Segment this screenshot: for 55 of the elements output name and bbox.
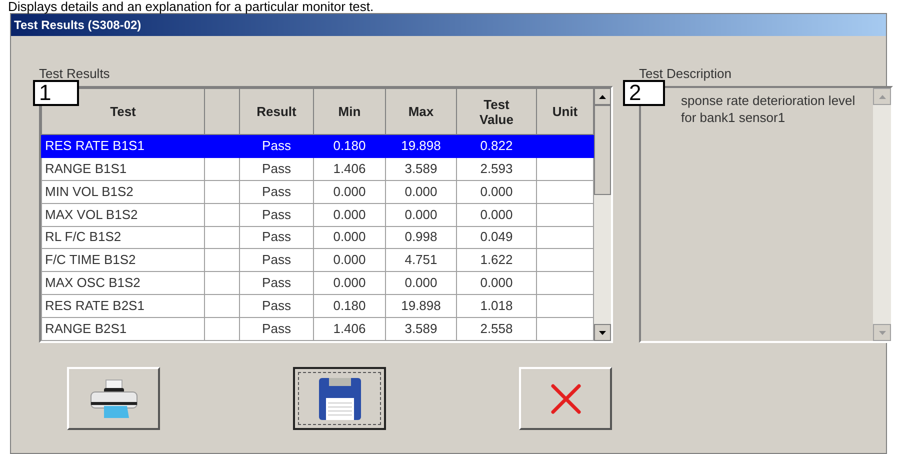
table-cell: MAX VOL B1S2 [42,203,204,226]
table-cell: 3.589 [386,157,456,180]
column-header[interactable]: Test [110,104,136,119]
table-row[interactable]: MAX VOL B1S2 Pass 0.000 0.000 0.000 [42,203,594,226]
table-cell: 2.558 [456,318,536,340]
table-cell: 19.898 [386,134,456,158]
scroll-thumb[interactable] [594,105,611,195]
table-cell: Pass [240,157,314,180]
table-cell: 2.593 [456,157,536,180]
table-cell: 0.000 [314,180,386,204]
table-cell: Pass [240,134,314,158]
table-cell: 0.000 [456,180,536,204]
table-cell: RANGE B1S1 [42,157,204,180]
scroll-up-icon[interactable] [594,88,611,105]
callout-number: 2 [623,80,665,106]
table-cell: 1.406 [314,157,386,180]
table-row[interactable]: RL F/C B1S2 Pass 0.000 0.998 0.049 [42,226,594,249]
caption: Displays details and an explanation for a particular monitor test. [7,0,375,13]
table-cell: MIN VOL B1S2 [42,180,204,204]
column-header[interactable]: Result [256,104,296,119]
print-button[interactable] [67,367,160,430]
column-header[interactable]: Unit [552,104,578,119]
table-row[interactable]: F/C TIME B1S2 Pass 0.000 4.751 1.622 [42,248,594,272]
table-cell: RANGE B2S1 [42,318,204,340]
close-button[interactable] [519,367,612,430]
table-cell: 0.000 [314,203,386,226]
section-label: Test Description [639,65,732,83]
window-title: Test Results (S308-02) [14,17,142,34]
table-row[interactable]: RANGE B2S1 Pass 1.406 3.589 2.558 [42,318,594,340]
table-row[interactable]: MIN VOL B1S2 Pass 0.000 0.000 0.000 [42,180,594,204]
table-cell: 0.822 [456,134,536,158]
table-row[interactable]: MAX OSC B1S2 Pass 0.000 0.000 0.000 [42,272,594,295]
table-cell: 0.000 [386,180,456,204]
table-cell: 0.180 [314,134,386,158]
close-icon [548,382,582,416]
table-row[interactable]: RANGE B1S1 Pass 1.406 3.589 2.593 [42,157,594,180]
table-cell: Pass [240,203,314,226]
table-cell: Pass [240,318,314,340]
section-label: Test Results [39,65,111,83]
callout-number: 1 [33,80,79,106]
table-row[interactable]: RES RATE B2S1 Pass 0.180 19.898 1.018 [42,294,594,318]
column-header[interactable]: Max [408,104,434,119]
table-cell: 3.589 [386,318,456,340]
table-cell: RES RATE B1S1 [42,134,204,158]
table-row[interactable]: RES RATE B1S1 Pass 0.180 19.898 0.822 [42,134,594,158]
scroll-down-icon[interactable] [594,324,611,341]
scrollbar[interactable] [594,88,611,341]
description-text: sponse rate deterioration level for bank1 sensor1 [680,92,856,127]
save-button[interactable] [293,367,386,430]
table-cell: 0.000 [386,203,456,226]
printer-icon [88,378,138,420]
column-header[interactable]: Min [338,104,361,119]
table-cell: 0.000 [456,203,536,226]
table-cell: Pass [240,180,314,204]
table-cell: 1.406 [314,318,386,340]
